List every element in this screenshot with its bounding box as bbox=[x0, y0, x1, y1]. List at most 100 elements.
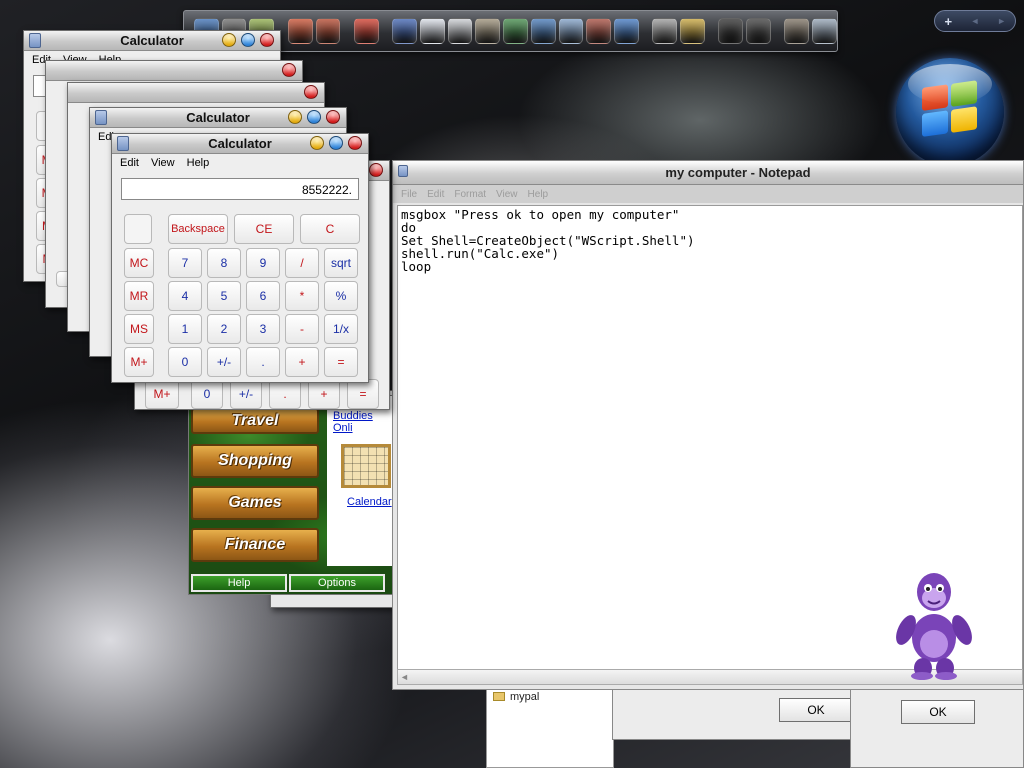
maximize-button[interactable] bbox=[241, 33, 255, 47]
notepad-titlebar[interactable]: my computer - Notepad bbox=[393, 161, 1023, 185]
trash-icon[interactable] bbox=[812, 18, 837, 44]
equals-key[interactable]: = bbox=[324, 347, 358, 377]
close-button[interactable] bbox=[348, 136, 362, 150]
maximize-button[interactable] bbox=[329, 136, 343, 150]
power-icon[interactable] bbox=[718, 18, 744, 44]
plus-minus-key[interactable]: +/- bbox=[207, 347, 241, 377]
digit-1-key[interactable]: 1 bbox=[168, 314, 202, 344]
finance-button[interactable]: Finance bbox=[191, 528, 319, 562]
sqrt-key[interactable]: sqrt bbox=[324, 248, 358, 278]
paint-palette-icon[interactable] bbox=[287, 18, 313, 44]
digit-7-key[interactable]: 7 bbox=[168, 248, 202, 278]
minimize-button[interactable] bbox=[288, 110, 302, 124]
grid-app-icon[interactable] bbox=[558, 18, 584, 44]
ce-key[interactable]: CE bbox=[234, 214, 294, 244]
digit-9-key[interactable]: 9 bbox=[246, 248, 280, 278]
add-key[interactable]: + bbox=[308, 379, 340, 409]
menu-format[interactable]: Format bbox=[454, 189, 486, 200]
digit-5-key[interactable]: 5 bbox=[207, 281, 241, 311]
digit-6-key[interactable]: 6 bbox=[246, 281, 280, 311]
minimize-button[interactable] bbox=[222, 33, 236, 47]
menu-view[interactable]: View bbox=[151, 157, 175, 169]
maximize-button[interactable] bbox=[307, 110, 321, 124]
windows-logo-orb[interactable] bbox=[896, 58, 1004, 166]
notepad-title: my computer - Notepad bbox=[665, 165, 811, 180]
decimal-key[interactable]: . bbox=[246, 347, 280, 377]
digit-0-key[interactable]: 0 bbox=[191, 379, 223, 409]
menu-edit[interactable]: Edit bbox=[120, 157, 139, 169]
calendar-link[interactable]: Calendar bbox=[347, 496, 392, 508]
menu-file[interactable]: File bbox=[401, 189, 417, 200]
digit-2-key[interactable]: 2 bbox=[207, 314, 241, 344]
divide-key[interactable]: / bbox=[285, 248, 319, 278]
digit-0-key[interactable]: 0 bbox=[168, 347, 202, 377]
network-icon[interactable] bbox=[392, 18, 417, 44]
menu-help[interactable]: Help bbox=[187, 157, 210, 169]
close-button[interactable] bbox=[282, 63, 296, 77]
green-book-icon[interactable] bbox=[503, 18, 528, 44]
travel-button[interactable]: Travel bbox=[191, 408, 319, 434]
reciprocal-key[interactable]: 1/x bbox=[324, 314, 358, 344]
close-button[interactable] bbox=[304, 85, 318, 99]
magnet-icon[interactable] bbox=[353, 18, 379, 44]
ms-key[interactable]: MS bbox=[124, 314, 154, 344]
digit-3-key[interactable]: 3 bbox=[246, 314, 280, 344]
next-desktop-button[interactable]: ► bbox=[992, 16, 1012, 26]
add-desktop-button[interactable]: + bbox=[938, 14, 958, 29]
folder-label: mypal bbox=[510, 691, 540, 703]
close-button[interactable] bbox=[326, 110, 340, 124]
folder-row[interactable]: mypal bbox=[493, 691, 539, 703]
mc-key[interactable]: MC bbox=[124, 248, 154, 278]
digit-4-key[interactable]: 4 bbox=[168, 281, 202, 311]
books-icon[interactable] bbox=[315, 18, 341, 44]
explorer-window: mypal bbox=[486, 688, 614, 768]
help-button[interactable]: Help bbox=[191, 574, 287, 592]
safari-compass-icon[interactable] bbox=[680, 18, 705, 44]
menu-view[interactable]: View bbox=[496, 189, 518, 200]
ribbon-icon[interactable] bbox=[586, 18, 612, 44]
calculator-titlebar[interactable]: Calculator bbox=[112, 134, 368, 154]
message-dialog-2: OK bbox=[850, 688, 1024, 768]
buddies-online-link[interactable]: Buddies Onli bbox=[333, 410, 393, 434]
mr-key[interactable]: MR bbox=[124, 281, 154, 311]
c-key[interactable]: C bbox=[300, 214, 360, 244]
plus-minus-key[interactable]: +/- bbox=[230, 379, 262, 409]
film-scanner-icon[interactable] bbox=[652, 18, 678, 44]
equals-key[interactable]: = bbox=[347, 379, 379, 409]
news-icon[interactable] bbox=[530, 18, 556, 44]
percent-key[interactable]: % bbox=[324, 281, 358, 311]
m-plus-key[interactable]: M+ bbox=[124, 347, 154, 377]
scroll-left-icon[interactable]: ◄ bbox=[400, 672, 412, 682]
decimal-key[interactable]: . bbox=[269, 379, 301, 409]
ok-button[interactable]: OK bbox=[901, 700, 975, 724]
document-icon[interactable] bbox=[419, 18, 445, 44]
calendar-icon[interactable] bbox=[341, 444, 391, 488]
calculator-display: 8552222. bbox=[121, 178, 359, 200]
volume-icon[interactable] bbox=[746, 18, 771, 44]
minimize-button[interactable] bbox=[310, 136, 324, 150]
raccoon-icon[interactable] bbox=[784, 18, 810, 44]
multiply-key[interactable]: * bbox=[285, 281, 319, 311]
calculator-icon[interactable] bbox=[447, 18, 473, 44]
m-plus-key[interactable]: M+ bbox=[145, 379, 179, 409]
menu-help[interactable]: Help bbox=[528, 189, 549, 200]
close-button[interactable] bbox=[260, 33, 274, 47]
shopping-button[interactable]: Shopping bbox=[191, 444, 319, 478]
tools-icon[interactable] bbox=[475, 18, 501, 44]
bonzi-site-panel: Travel Shopping Games Finance Buddies On… bbox=[188, 395, 394, 595]
backspace-key[interactable]: Backspace bbox=[168, 214, 228, 244]
calculator-titlebar[interactable]: Calculator bbox=[90, 108, 346, 128]
ok-button[interactable]: OK bbox=[779, 698, 853, 722]
purple-gorilla-assistant[interactable] bbox=[893, 568, 975, 680]
previous-desktop-button[interactable]: ◄ bbox=[965, 16, 985, 26]
games-button[interactable]: Games bbox=[191, 486, 319, 520]
monitor-icon[interactable] bbox=[614, 18, 639, 44]
calculator-titlebar[interactable]: Calculator bbox=[24, 31, 280, 51]
close-button[interactable] bbox=[369, 163, 383, 177]
options-button[interactable]: Options bbox=[289, 574, 385, 592]
menu-edit[interactable]: Edit bbox=[427, 189, 444, 200]
digit-8-key[interactable]: 8 bbox=[207, 248, 241, 278]
add-key[interactable]: + bbox=[285, 347, 319, 377]
subtract-key[interactable]: - bbox=[285, 314, 319, 344]
folder-icon bbox=[493, 692, 505, 701]
